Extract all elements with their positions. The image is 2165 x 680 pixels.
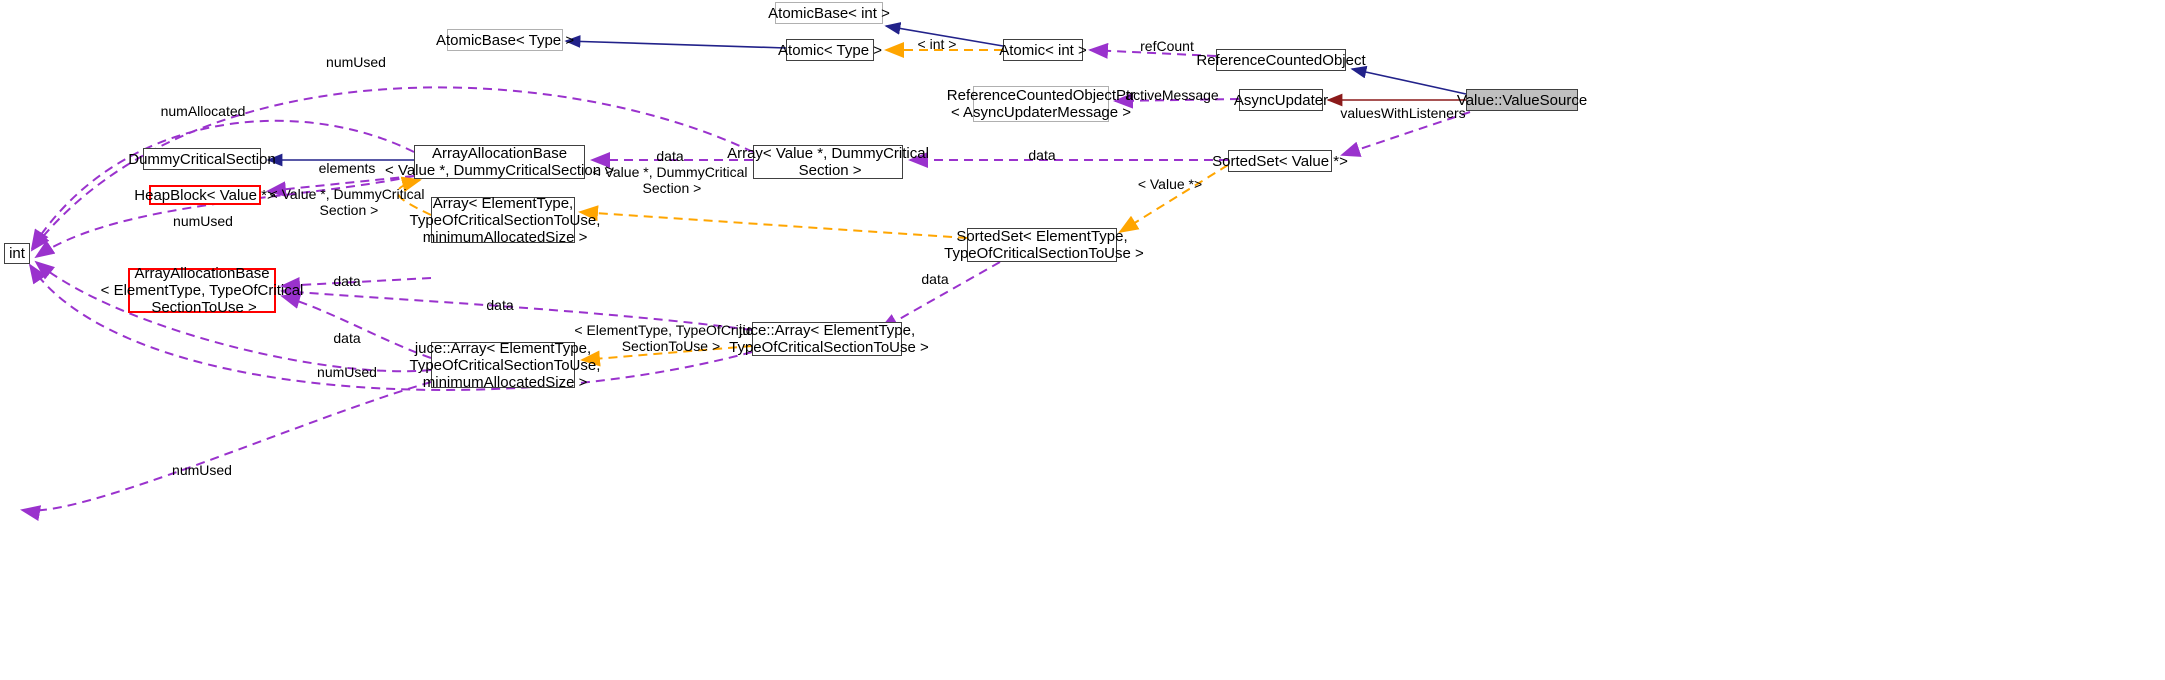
- edge-label-e3: < int >: [917, 36, 957, 52]
- edge-sortedset_elementtype-to-array_elementtype: [578, 205, 968, 239]
- edge-label-e6: activeMessage: [1125, 87, 1219, 103]
- edge-label-e18: data: [333, 330, 361, 346]
- class-node-arrayallocbase_elem[interactable]: ArrayAllocationBase < ElementType, TypeO…: [101, 265, 304, 316]
- edge-valuesource-to-refcountedobject: [1350, 65, 1467, 95]
- edge-label-e10: < Value *, DummyCritical Section >: [269, 186, 425, 218]
- edge-label-e23: data: [921, 271, 949, 287]
- class-node-heapblock_value[interactable]: HeapBlock< Value *>: [134, 185, 276, 205]
- class-node-juce_array_min[interactable]: juce::Array< ElementType, TypeOfCritical…: [409, 340, 600, 391]
- class-node-atomic_int[interactable]: Atomic< int >: [999, 39, 1087, 61]
- class-node-array_value_dummy[interactable]: Array< Value *, DummyCritical Section >: [727, 145, 929, 179]
- edge-label-e16: data: [333, 273, 361, 289]
- class-node-juce_array_elem[interactable]: juce::Array< ElementType, TypeOfCritical…: [729, 322, 929, 356]
- edge-label-e12: data: [1028, 147, 1056, 163]
- class-node-array_elementtype[interactable]: Array< ElementType, TypeOfCriticalSectio…: [409, 195, 600, 246]
- class-node-refcountedobject[interactable]: ReferenceCountedObject: [1196, 49, 1366, 71]
- edge-label-e22: < Value *>: [1137, 176, 1203, 192]
- class-node-int[interactable]: int: [4, 243, 30, 264]
- class-node-dummycriticalsection[interactable]: DummyCriticalSection: [128, 148, 276, 170]
- class-node-asyncupdater[interactable]: AsyncUpdater: [1234, 89, 1328, 111]
- class-node-sortedset_elementtype[interactable]: SortedSet< ElementType, TypeOfCriticalSe…: [944, 228, 1144, 262]
- class-node-valuesource[interactable]: Value::ValueSource: [1457, 89, 1587, 111]
- collaboration-diagram: AtomicBase< int > AtomicBase< Type > Atomi…: [0, 0, 2165, 680]
- class-node-atomicbase_int[interactable]: AtomicBase< int >: [768, 2, 890, 24]
- edge-label-e24: numUsed: [317, 364, 377, 380]
- class-node-atomicbase_type[interactable]: AtomicBase< Type >: [436, 29, 574, 51]
- edge-label-e25: numUsed: [172, 462, 232, 478]
- edge-label-e9: elements: [318, 160, 376, 176]
- edge-juce_array_min-to-int: [20, 381, 432, 521]
- class-node-arrayallocbase_value[interactable]: ArrayAllocationBase < Value *, DummyCrit…: [385, 145, 614, 179]
- edge-label-e4: refCount: [1140, 38, 1194, 54]
- edge-label-e11: data < Value *, DummyCritical Section >: [592, 148, 748, 196]
- class-node-refcountedobjectptr[interactable]: ReferenceCountedObjectPtr < AsyncUpdater…: [947, 86, 1135, 122]
- class-node-atomic_type[interactable]: Atomic< Type >: [778, 39, 882, 61]
- edge-label-e15: numUsed: [173, 213, 233, 229]
- edge-label-e13: numUsed: [326, 54, 386, 70]
- edge-label-e19: data: [486, 297, 514, 313]
- class-node-sortedset_value[interactable]: SortedSet< Value *>: [1212, 150, 1348, 172]
- edge-label-e14: numAllocated: [160, 103, 246, 119]
- edge-label-e8: valuesWithListeners: [1340, 105, 1466, 121]
- edge-atomic_type-to-atomicbase_type: [564, 35, 787, 49]
